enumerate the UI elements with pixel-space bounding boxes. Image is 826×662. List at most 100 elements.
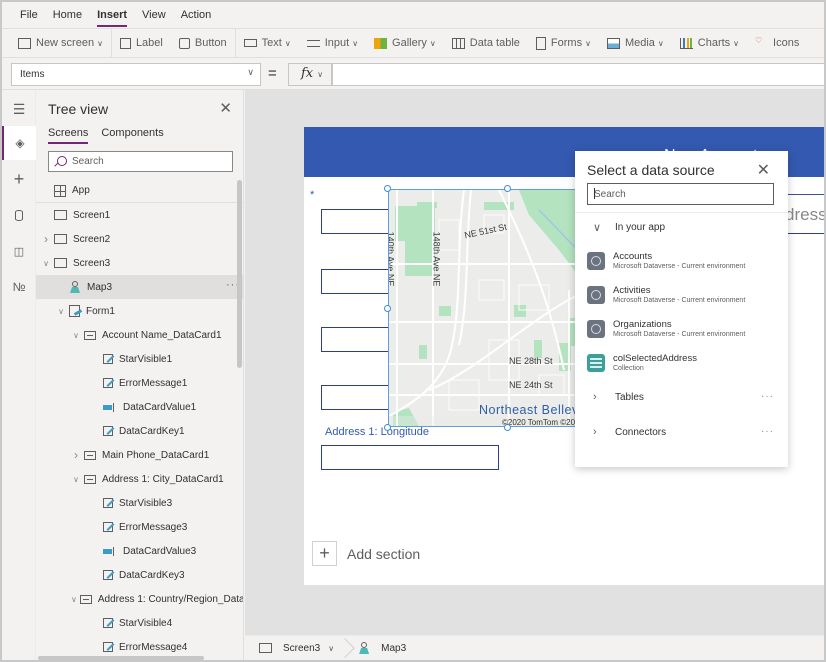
- menu-action[interactable]: Action: [181, 2, 212, 28]
- advanced-tools-button[interactable]: №: [2, 270, 36, 304]
- resize-handle[interactable]: [384, 185, 391, 192]
- chevron-down-icon: ∨: [284, 38, 291, 48]
- gallery-button[interactable]: Gallery ∨: [366, 29, 444, 57]
- resize-handle[interactable]: [384, 305, 391, 312]
- chevron-down-icon[interactable]: ∨: [71, 331, 81, 340]
- data-source-item[interactable]: colSelectedAddress Collection: [587, 348, 777, 378]
- tree-item[interactable]: DataCardKey3: [36, 563, 243, 587]
- data-source-item[interactable]: Organizations Microsoft Dataverse - Curre…: [587, 314, 777, 344]
- plus-icon: +: [312, 541, 337, 566]
- resize-handle[interactable]: [504, 424, 511, 431]
- left-rail: ☰ ◈ + ◫ №: [2, 90, 36, 660]
- tree-item-label: DataCardKey3: [119, 569, 185, 581]
- tree-item-label: ErrorMessage4: [119, 641, 188, 653]
- tree-item[interactable]: ∨ Form1: [36, 299, 243, 323]
- new-screen-button[interactable]: New screen ∨: [10, 29, 111, 57]
- media-panel-button[interactable]: ◫: [2, 234, 36, 268]
- forms-button[interactable]: Forms ∨: [528, 29, 599, 57]
- chevron-right-icon[interactable]: ›: [71, 448, 81, 462]
- data-table-button-text: Data table: [469, 37, 520, 49]
- tables-more-button[interactable]: ···: [761, 391, 774, 402]
- data-source-item[interactable]: Accounts Microsoft Dataverse - Current en…: [587, 246, 777, 276]
- tree-item[interactable]: › Main Phone_DataCard1: [36, 443, 243, 467]
- chevron-down-icon: ∨: [593, 222, 602, 234]
- chevron-down-icon[interactable]: ∨: [41, 259, 51, 268]
- tables-section[interactable]: › Tables: [593, 391, 644, 403]
- add-section-button[interactable]: + Add section: [312, 541, 420, 566]
- add-section-label: Add section: [347, 545, 421, 562]
- card-icon: [84, 474, 96, 484]
- media-button-text: Media: [624, 37, 655, 49]
- tree-item[interactable]: DataCardKey1: [36, 419, 243, 443]
- chevron-right-icon[interactable]: ›: [41, 232, 51, 246]
- data-button[interactable]: [2, 198, 36, 232]
- tree-item[interactable]: Screen1: [36, 203, 243, 227]
- tab-screens[interactable]: Screens: [48, 127, 89, 144]
- connectors-section[interactable]: › Connectors: [593, 426, 666, 438]
- chevron-down-icon[interactable]: ∨: [56, 307, 66, 316]
- tab-components[interactable]: Components: [101, 127, 163, 144]
- menu-insert[interactable]: Insert: [97, 2, 127, 28]
- data-source-item[interactable]: Activities Microsoft Dataverse - Current …: [587, 280, 777, 310]
- input-button[interactable]: Input ∨: [299, 29, 366, 57]
- tree-item[interactable]: ErrorMessage1: [36, 371, 243, 395]
- screen-icon: [259, 643, 272, 653]
- data-source-search-input[interactable]: Search: [587, 183, 774, 205]
- close-icon[interactable]: ✕: [219, 99, 232, 117]
- breadcrumb-control[interactable]: Map3: [358, 642, 406, 654]
- tree-view-button[interactable]: ◈: [2, 126, 36, 160]
- screen-icon: [54, 234, 67, 244]
- breadcrumb-screen[interactable]: Screen3 ∨: [259, 643, 334, 654]
- formula-bar: Items ∨ = fx ∨: [2, 59, 824, 90]
- map-street-label: 140th Ave NE: [388, 231, 396, 287]
- resize-handle[interactable]: [384, 424, 391, 431]
- tree-item-label: ErrorMessage1: [119, 377, 188, 389]
- data-table-button[interactable]: Data table: [444, 29, 528, 57]
- chevron-down-icon: ∨: [247, 67, 254, 77]
- tree-horizontal-scrollbar[interactable]: [38, 656, 204, 660]
- media-button[interactable]: Media ∨: [599, 29, 672, 57]
- close-icon[interactable]: ✕: [757, 160, 770, 180]
- menu-file[interactable]: File: [20, 2, 38, 28]
- tree-item[interactable]: StarVisible4: [36, 611, 243, 635]
- icons-button[interactable]: ♡ Icons: [747, 29, 807, 57]
- data-source-text: colSelectedAddress Collection: [613, 353, 697, 373]
- tree-item[interactable]: DataCardValue3: [36, 539, 243, 563]
- tree-item[interactable]: StarVisible3: [36, 491, 243, 515]
- tree-item[interactable]: ∨ Screen3: [36, 251, 243, 275]
- connectors-more-button[interactable]: ···: [761, 426, 774, 437]
- text-button[interactable]: Text ∨: [236, 29, 299, 57]
- hamburger-icon: ☰: [12, 100, 26, 117]
- tree-scrollbar[interactable]: [237, 180, 242, 368]
- tree-item[interactable]: ∨ Account Name_DataCard1: [36, 323, 243, 347]
- resize-handle[interactable]: [504, 185, 511, 192]
- tree-item[interactable]: App: [36, 179, 243, 203]
- longitude-input[interactable]: [321, 445, 499, 470]
- charts-button[interactable]: Charts ∨: [672, 29, 747, 57]
- tree-item[interactable]: › Screen2: [36, 227, 243, 251]
- chevron-down-icon: ∨: [429, 38, 436, 48]
- fx-button[interactable]: fx ∨: [288, 63, 332, 86]
- tree-item[interactable]: Map3 ···: [36, 275, 243, 299]
- formula-input[interactable]: [332, 63, 824, 86]
- dataverse-icon: [587, 286, 605, 304]
- tree-item[interactable]: ∨ Address 1: Country/Region_DataCard: [36, 587, 243, 611]
- chevron-down-icon[interactable]: ∨: [71, 475, 81, 484]
- tree-item[interactable]: ErrorMessage3: [36, 515, 243, 539]
- menu-home[interactable]: Home: [53, 2, 82, 28]
- tree-item[interactable]: DataCardValue1: [36, 395, 243, 419]
- data-source-name: colSelectedAddress: [613, 353, 697, 364]
- insert-button[interactable]: +: [2, 162, 36, 196]
- in-your-app-section[interactable]: ∨ In your app: [593, 221, 665, 234]
- tree-item-label: Screen2: [73, 233, 111, 245]
- hamburger-menu-button[interactable]: ☰: [2, 92, 36, 126]
- tree-item[interactable]: ∨ Address 1: City_DataCard1: [36, 467, 243, 491]
- menu-view[interactable]: View: [142, 2, 166, 28]
- label-button[interactable]: Label: [112, 29, 171, 57]
- dataverse-icon: [587, 252, 605, 270]
- property-dropdown[interactable]: Items ∨: [11, 63, 261, 86]
- tree-search-input[interactable]: Search: [48, 151, 233, 172]
- button-button[interactable]: Button: [171, 29, 235, 57]
- chevron-down-icon[interactable]: ∨: [71, 595, 77, 604]
- tree-item[interactable]: StarVisible1: [36, 347, 243, 371]
